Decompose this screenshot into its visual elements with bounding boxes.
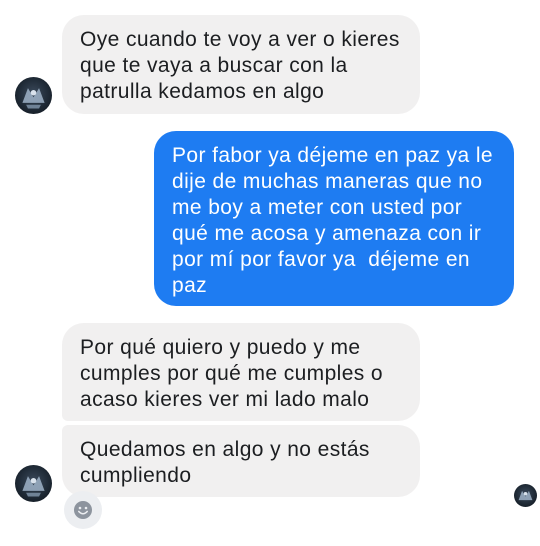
message-bubble-incoming[interactable]: Quedamos en algo y no estás cumpliendo bbox=[62, 425, 420, 497]
message-bubble-incoming[interactable]: Por qué quiero y puedo y me cumples por … bbox=[62, 323, 420, 421]
contact-avatar-icon[interactable] bbox=[15, 77, 52, 114]
message-bubble-incoming[interactable]: Oye cuando te voy a ver o kieres que te … bbox=[62, 15, 420, 114]
seen-avatar-icon bbox=[514, 484, 537, 507]
contact-avatar-icon[interactable] bbox=[15, 465, 52, 502]
message-bubble-outgoing[interactable]: Por fabor ya déjeme en paz ya le dije de… bbox=[154, 131, 514, 306]
reaction-smiley-icon[interactable] bbox=[64, 491, 102, 529]
